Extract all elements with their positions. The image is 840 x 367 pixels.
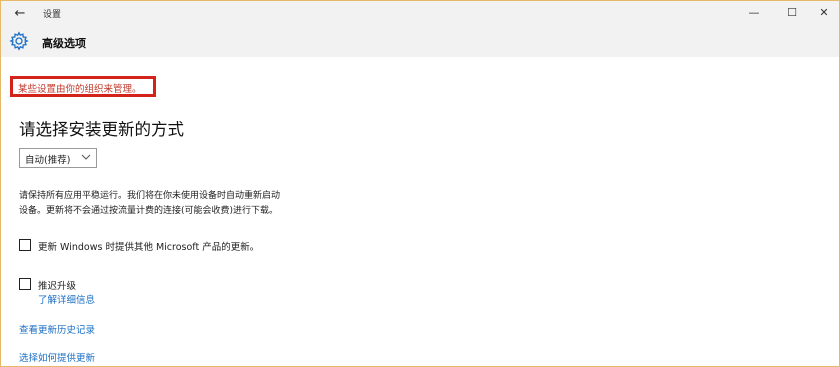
settings-window: ← 设置 — ☐ ✕ 高级选项 某些设置由你的组织来管理。 请选择安装更新的方式…: [0, 0, 840, 367]
window-title: 设置: [43, 10, 62, 20]
minimize-button[interactable]: —: [741, 4, 767, 22]
description-line: 请保持所有应用平稳运行。我们将在你未使用设备时自动重新启动: [19, 191, 281, 201]
page-header: 高级选项: [1, 27, 839, 57]
title-bar: ← 设置 — ☐ ✕: [1, 1, 839, 27]
maximize-button[interactable]: ☐: [779, 4, 805, 22]
page-title: 高级选项: [42, 37, 86, 50]
update-history-link[interactable]: 查看更新历史记录: [19, 322, 95, 336]
back-button[interactable]: ←: [11, 6, 29, 22]
delivery-optimization-link[interactable]: 选择如何提供更新: [19, 350, 95, 364]
description: 请保持所有应用平稳运行。我们将在你未使用设备时自动重新启动 设备。更新将不会通过…: [19, 189, 349, 219]
install-mode-dropdown[interactable]: 自动(推荐): [19, 148, 97, 168]
chevron-down-icon: [81, 154, 91, 160]
microsoft-products-checkbox[interactable]: [19, 239, 31, 251]
description-line: 设备。更新将不会通过按流量计费的连接(可能会收费)进行下载。: [19, 206, 279, 216]
close-button[interactable]: ✕: [811, 4, 837, 22]
defer-upgrades-label[interactable]: 推迟升级: [38, 278, 76, 292]
microsoft-products-label[interactable]: 更新 Windows 时提供其他 Microsoft 产品的更新。: [38, 239, 259, 253]
policy-notice: 某些设置由你的组织来管理。: [18, 84, 142, 95]
section-heading: 请选择安装更新的方式: [19, 120, 184, 139]
install-mode-value: 自动(推荐): [25, 155, 71, 166]
defer-upgrades-checkbox[interactable]: [19, 278, 31, 290]
learn-more-link[interactable]: 了解详细信息: [38, 292, 95, 306]
gear-icon: [9, 31, 29, 51]
